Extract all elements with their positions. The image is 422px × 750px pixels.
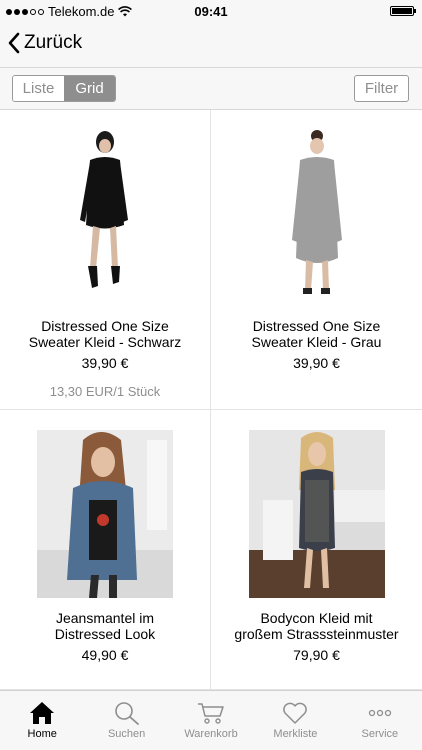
product-price: 49,90 € xyxy=(81,647,129,663)
tab-search[interactable]: Suchen xyxy=(84,691,168,750)
product-name: Sweater Kleid - Grau xyxy=(251,334,382,350)
product-image xyxy=(50,130,160,300)
tab-service[interactable]: Service xyxy=(338,691,422,750)
tab-label: Suchen xyxy=(107,728,146,740)
product-card[interactable]: Bodycon Kleid mit großem Strasssteinmust… xyxy=(211,410,422,690)
clock: 09:41 xyxy=(194,4,228,19)
product-card[interactable]: Distressed One Size Sweater Kleid - Grau… xyxy=(211,110,422,410)
back-button[interactable]: Zurück xyxy=(8,32,82,54)
product-image xyxy=(248,430,385,598)
product-card[interactable]: Jeansmantel im Distressed Look 49,90 € xyxy=(0,410,211,690)
more-icon xyxy=(368,709,391,717)
tab-label: Merkliste xyxy=(273,728,318,740)
tab-label: Service xyxy=(361,728,399,740)
search-icon xyxy=(114,702,139,725)
heart-icon xyxy=(283,702,308,724)
product-name: Sweater Kleid - Schwarz xyxy=(28,334,182,350)
tab-home[interactable]: Home xyxy=(0,691,84,750)
view-option-grid[interactable]: Grid xyxy=(64,76,115,101)
product-unit-price: 13,30 EUR/1 Stück xyxy=(49,384,161,399)
product-name: Jeansmantel im xyxy=(55,610,155,626)
product-name: Bodycon Kleid mit xyxy=(260,610,373,626)
product-image xyxy=(37,430,173,598)
product-image xyxy=(261,130,372,300)
home-icon xyxy=(30,702,55,724)
chevron-left-icon xyxy=(8,32,20,54)
product-name: großem Strasssteinmuster xyxy=(234,626,399,642)
product-price: 39,90 € xyxy=(81,355,129,371)
filter-button[interactable]: Filter xyxy=(354,75,409,102)
product-name: Distressed Look xyxy=(54,626,156,642)
product-card[interactable]: Distressed One Size Sweater Kleid - Schw… xyxy=(0,110,211,410)
cart-icon xyxy=(198,703,224,724)
product-price: 39,90 € xyxy=(293,355,340,371)
product-name: Distressed One Size xyxy=(41,318,169,334)
product-price: 79,90 € xyxy=(293,647,340,663)
tab-label: Home xyxy=(27,728,57,740)
tab-bar: Home Suchen Warenkorb Merkliste Service xyxy=(0,690,422,750)
tab-wishlist[interactable]: Merkliste xyxy=(253,691,337,750)
view-toolbar: Liste Grid Filter xyxy=(0,68,422,110)
tab-cart[interactable]: Warenkorb xyxy=(169,691,253,750)
product-grid: Distressed One Size Sweater Kleid - Schw… xyxy=(0,110,422,690)
battery-icon xyxy=(390,6,416,16)
view-option-list[interactable]: Liste xyxy=(13,76,64,101)
navigation-bar: Zurück xyxy=(0,22,422,68)
back-label: Zurück xyxy=(24,32,83,53)
view-segmented-control: Liste Grid xyxy=(12,75,116,102)
status-bar: Telekom.de 09:41 xyxy=(0,0,422,22)
product-name: Distressed One Size xyxy=(252,318,381,334)
tab-label: Warenkorb xyxy=(184,728,238,740)
